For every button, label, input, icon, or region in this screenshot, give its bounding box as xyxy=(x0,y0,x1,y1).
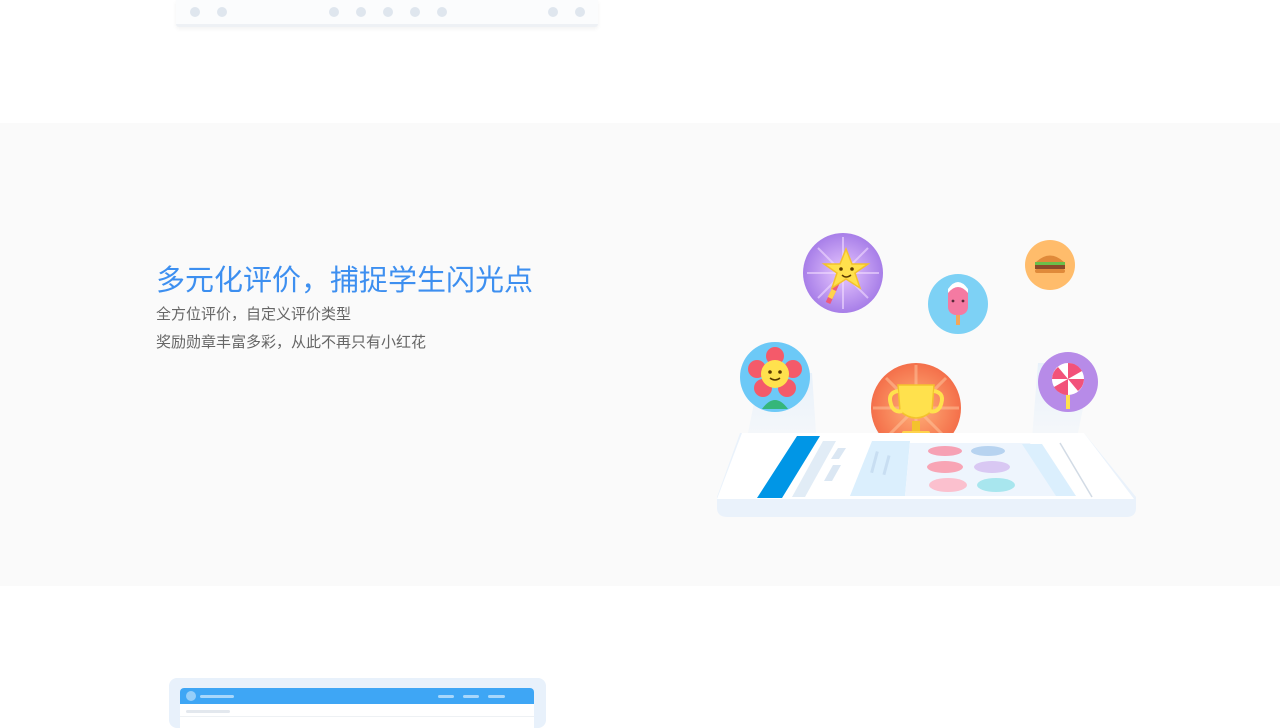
indicator-dot xyxy=(329,7,339,17)
feature-title: 多元化评价，捕捉学生闪光点 xyxy=(156,257,533,299)
indicator-dot xyxy=(190,7,200,17)
indicator-dot xyxy=(548,7,558,17)
lollipop-icon xyxy=(1038,352,1098,412)
device-header-bar xyxy=(180,688,534,704)
indicator-dot xyxy=(383,7,393,17)
feature-section-evaluation: 多元化评价，捕捉学生闪光点 全方位评价，自定义评价类型 奖励勋章丰富多彩，从此不… xyxy=(0,123,1280,586)
burger-icon xyxy=(1025,240,1075,290)
header-line xyxy=(463,695,479,698)
star-wand-icon xyxy=(803,233,883,313)
feature-description-line: 全方位评价，自定义评价类型 xyxy=(156,303,351,324)
header-line xyxy=(488,695,505,698)
header-line xyxy=(438,695,454,698)
indicator-dot xyxy=(575,7,585,17)
divider xyxy=(180,716,534,717)
header-line xyxy=(200,695,234,698)
device-screen xyxy=(180,688,534,728)
sub-line xyxy=(186,710,230,713)
indicator-dot xyxy=(437,7,447,17)
ice-cream-icon xyxy=(928,274,988,334)
tablet-icon xyxy=(717,433,1136,517)
flower-icon xyxy=(740,342,810,412)
indicator-dot xyxy=(217,7,227,17)
indicator-dot xyxy=(410,7,420,17)
avatar xyxy=(186,691,196,701)
bottom-device-preview xyxy=(169,678,546,728)
evaluation-illustration xyxy=(700,163,1160,563)
top-device-preview xyxy=(176,0,598,27)
indicator-dot xyxy=(356,7,366,17)
feature-description-line: 奖励勋章丰富多彩，从此不再只有小红花 xyxy=(156,331,426,352)
